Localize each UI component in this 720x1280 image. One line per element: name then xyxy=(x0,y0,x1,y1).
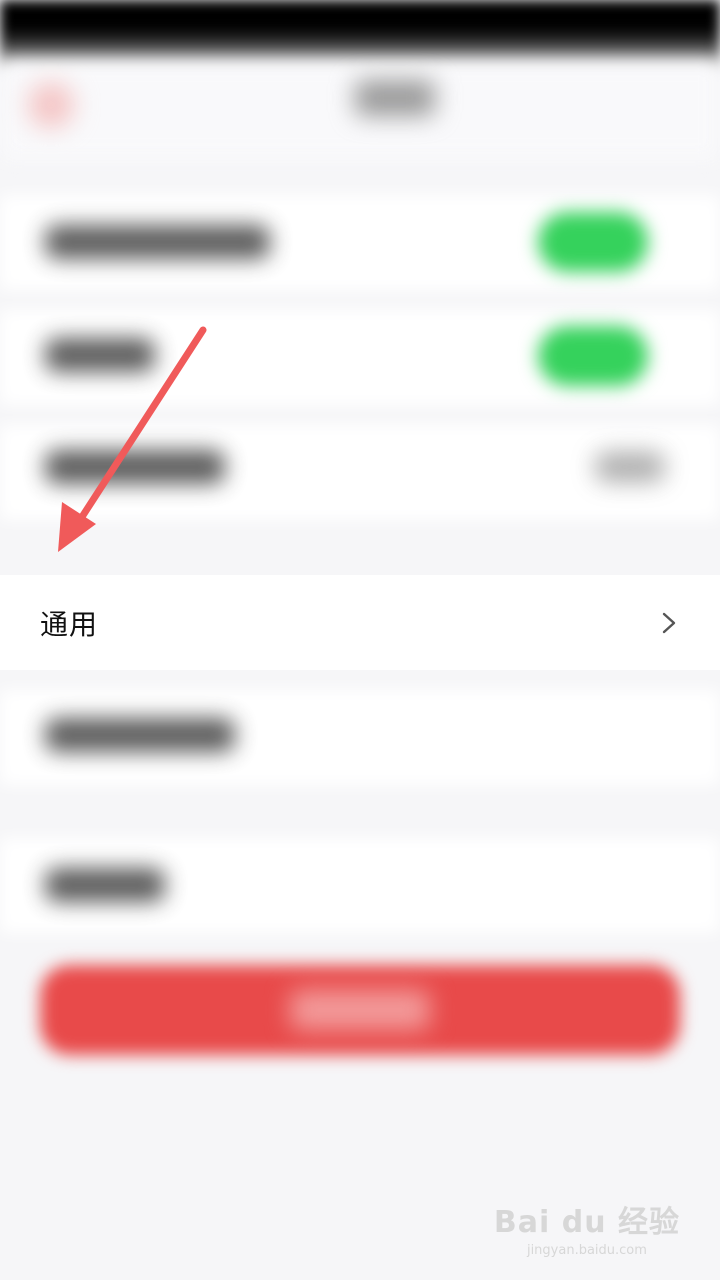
settings-row-label-blurred xyxy=(45,450,225,484)
watermark: Bai du 经验 jingyan.baidu.com xyxy=(494,1197,680,1258)
settings-row-value-blurred xyxy=(595,452,665,482)
settings-row-label-blurred xyxy=(45,868,165,902)
back-arrow-icon[interactable] xyxy=(28,82,74,128)
page-title xyxy=(355,80,435,116)
chevron-right-icon xyxy=(662,612,676,633)
settings-row-label-blurred xyxy=(45,338,155,372)
settings-row-label-blurred xyxy=(45,718,235,752)
watermark-url: jingyan.baidu.com xyxy=(526,1243,647,1258)
settings-row-label-blurred xyxy=(45,225,270,259)
general-label: 通用 xyxy=(40,607,99,641)
toggle-switch-on[interactable] xyxy=(538,326,648,386)
logout-button-label-blurred xyxy=(290,990,430,1030)
toggle-switch-on[interactable] xyxy=(538,212,648,272)
watermark-brand: Bai du 经验 xyxy=(493,1205,680,1240)
settings-row-general[interactable]: 通用 xyxy=(0,575,720,670)
